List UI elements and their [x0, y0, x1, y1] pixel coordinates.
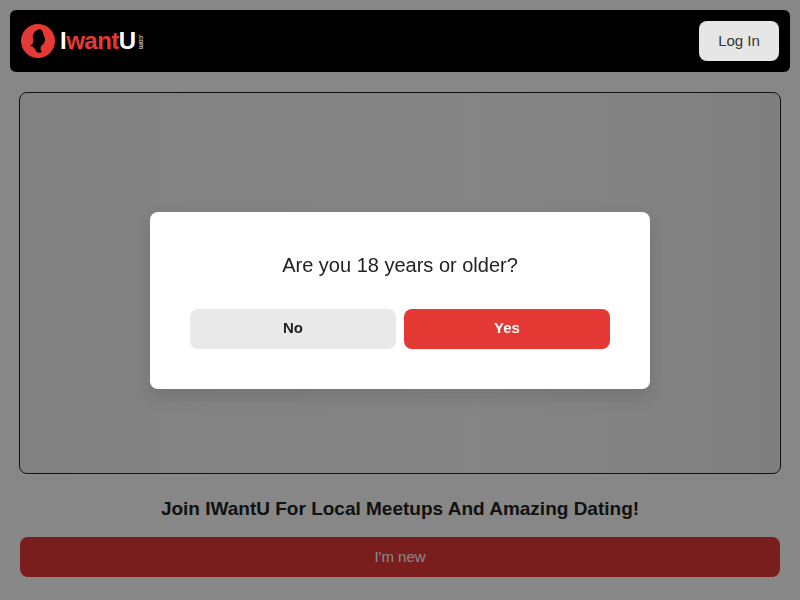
- confirm-button[interactable]: Yes: [404, 309, 610, 349]
- dialog-buttons: NoYes: [190, 309, 610, 349]
- logo[interactable]: IwantU.com: [20, 23, 148, 59]
- age-question: Are you 18 years or older?: [190, 252, 610, 278]
- site-header: IwantU.com Log In: [10, 10, 790, 72]
- login-button[interactable]: Log In: [699, 21, 779, 61]
- logo-text: IwantU.com: [60, 29, 148, 53]
- decline-button[interactable]: No: [190, 309, 396, 349]
- age-dialog: Are you 18 years or older? NoYes: [150, 212, 650, 389]
- logo-part: want: [66, 29, 119, 53]
- logo-part: U: [119, 29, 136, 53]
- logo-part: I: [60, 29, 66, 53]
- logo-icon: [20, 23, 56, 59]
- dialog-container: Are you 18 years or older? NoYes: [0, 0, 800, 600]
- logo-suffix: .com: [137, 34, 144, 48]
